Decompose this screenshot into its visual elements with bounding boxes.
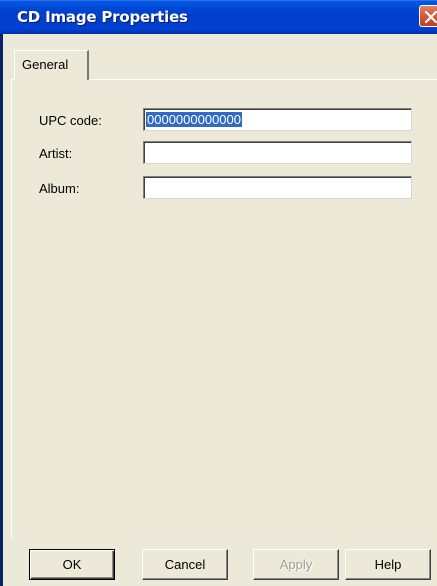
title-bar-highlight (0, 0, 437, 1)
artist-field[interactable] (143, 141, 412, 164)
cancel-button[interactable]: Cancel (142, 549, 228, 580)
window-title: CD Image Properties (17, 8, 188, 26)
title-bar[interactable]: CD Image Properties (0, 0, 437, 34)
close-button[interactable] (419, 5, 437, 27)
upc-code-value: 0000000000000 (146, 112, 242, 127)
apply-button[interactable]: Apply (253, 549, 339, 580)
artist-label: Artist: (39, 146, 73, 161)
upc-code-label: UPC code: (39, 113, 102, 128)
help-button[interactable]: Help (345, 549, 431, 580)
album-field[interactable] (143, 176, 412, 199)
tab-general[interactable]: General (14, 50, 89, 80)
tab-general-label: General (22, 57, 69, 72)
ok-button[interactable]: OK (29, 549, 115, 580)
cd-image-properties-dialog: CD Image Properties General UPC code: 00… (0, 0, 437, 586)
album-label: Album: (39, 181, 80, 196)
upc-code-field[interactable]: 0000000000000 (143, 108, 412, 131)
window-left-border (0, 0, 3, 586)
close-icon (424, 10, 437, 24)
